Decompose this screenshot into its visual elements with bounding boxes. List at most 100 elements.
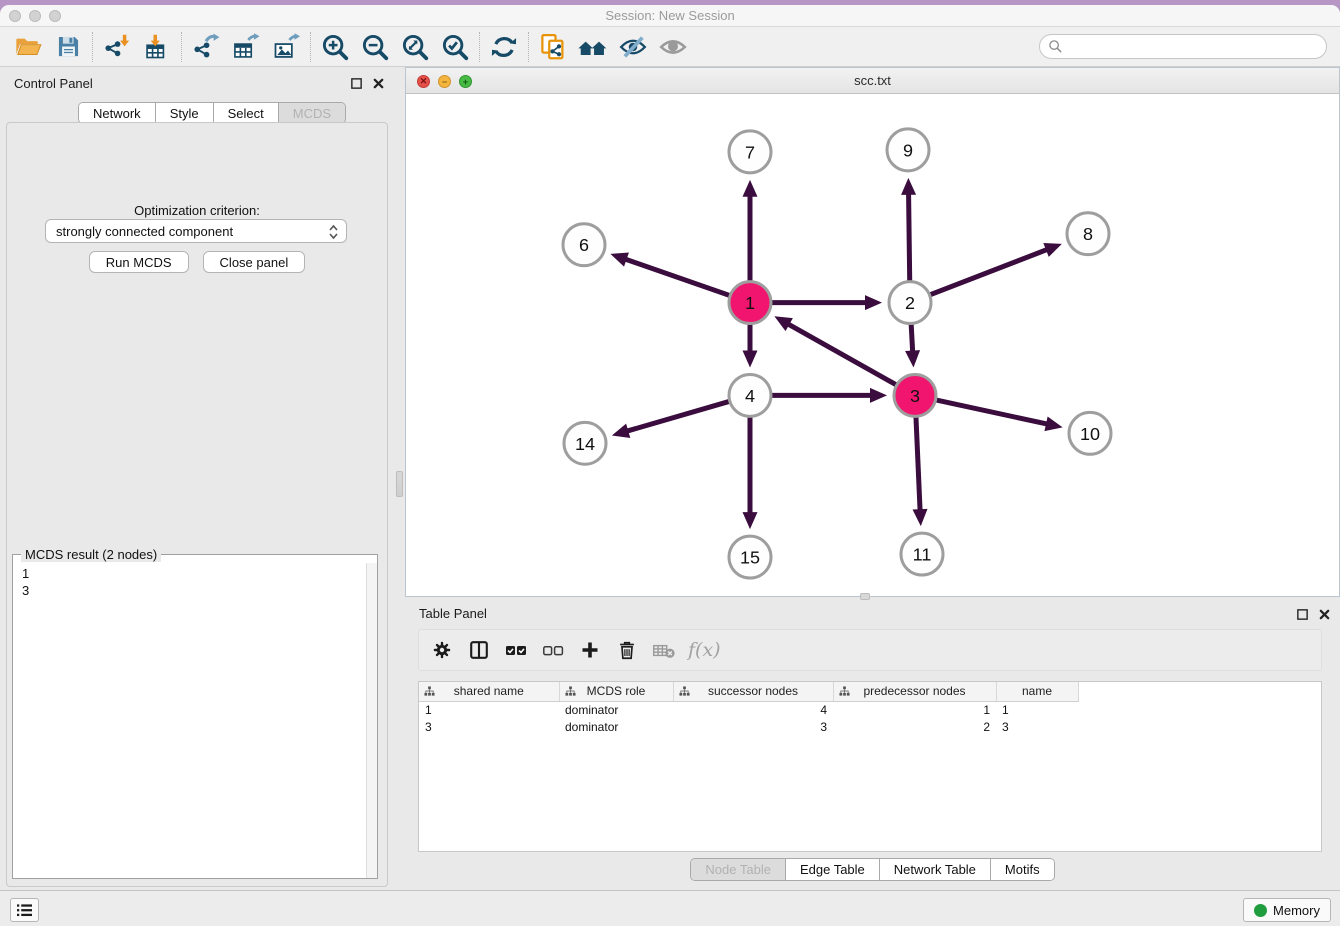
table-cell[interactable]: 4 [673, 701, 833, 718]
graph-edge-arrowhead [1044, 416, 1062, 431]
table-close-panel-button[interactable] [1316, 606, 1332, 622]
home-houses-icon [577, 31, 609, 63]
zoom-out-button[interactable] [355, 30, 395, 64]
split-columns-button[interactable] [464, 635, 494, 665]
table-cell[interactable]: dominator [559, 718, 673, 735]
memory-status-dot [1254, 904, 1267, 917]
split-columns-icon [468, 639, 490, 661]
graph-edge-3-1[interactable] [787, 324, 898, 386]
select-all-checkboxes-button[interactable] [501, 635, 531, 665]
zoom-selected-button[interactable] [435, 30, 475, 64]
column-header-name[interactable]: name [996, 682, 1078, 701]
graph-node-label: 8 [1083, 224, 1093, 244]
table-cell[interactable]: 3 [419, 718, 559, 735]
deselect-all-checkboxes-button[interactable] [538, 635, 568, 665]
mcds-result-group: MCDS result (2 nodes) 1 3 [12, 554, 378, 879]
graph-edge-3-10[interactable] [934, 399, 1048, 424]
graph-edge-arrowhead [905, 350, 920, 367]
export-table-button[interactable] [226, 30, 266, 64]
column-header-successor-nodes[interactable]: successor nodes [673, 682, 833, 701]
float-panel-button[interactable] [348, 75, 364, 91]
import-network-icon [103, 33, 131, 61]
attribute-type-icon [679, 686, 690, 697]
graph-edge-1-6[interactable] [625, 259, 732, 296]
table-cell[interactable]: 2 [833, 718, 996, 735]
table-cell[interactable]: 1 [419, 701, 559, 718]
graph-edge-4-14[interactable] [626, 401, 731, 432]
table-panel-header: Table Panel [405, 600, 1340, 626]
delete-table-button[interactable] [649, 635, 679, 665]
memory-button[interactable]: Memory [1243, 898, 1331, 922]
import-table-button[interactable] [137, 30, 177, 64]
refresh-button[interactable] [484, 30, 524, 64]
graph-edge-arrowhead [1043, 243, 1062, 257]
tab-mcds[interactable]: MCDS [279, 103, 345, 123]
network-canvas[interactable]: 7968124314101511 [406, 94, 1339, 596]
table-cell[interactable]: dominator [559, 701, 673, 718]
graph-edge-2-8[interactable] [928, 249, 1048, 295]
tab-network-table[interactable]: Network Table [880, 859, 991, 880]
column-header-shared-name[interactable]: shared name [419, 682, 559, 701]
zoom-fit-button[interactable] [395, 30, 435, 64]
status-bar: Memory [0, 890, 1340, 926]
import-network-button[interactable] [97, 30, 137, 64]
attribute-type-icon [839, 686, 850, 697]
delete-column-button[interactable] [612, 635, 642, 665]
toolbar-separator [479, 32, 480, 62]
table-cell[interactable]: 3 [673, 718, 833, 735]
table-row[interactable]: 1dominator411 [419, 701, 1078, 718]
table-cell[interactable]: 1 [996, 701, 1078, 718]
export-network-button[interactable] [186, 30, 226, 64]
graph-edge-3-11[interactable] [916, 414, 920, 511]
add-column-button[interactable] [575, 635, 605, 665]
splitter-grip[interactable] [396, 471, 403, 497]
close-panel-button[interactable] [370, 75, 386, 91]
table-panel-title: Table Panel [419, 606, 487, 621]
first-neighbors-button[interactable] [573, 30, 613, 64]
table-cell[interactable]: 1 [833, 701, 996, 718]
graph-edge-2-3[interactable] [911, 322, 913, 353]
graph-edge-2-9[interactable] [909, 193, 910, 284]
tab-select[interactable]: Select [214, 103, 279, 123]
save-floppy-icon [55, 33, 82, 60]
table-cell[interactable]: 3 [996, 718, 1078, 735]
close-panel-action-button[interactable]: Close panel [203, 251, 306, 273]
tab-style[interactable]: Style [156, 103, 214, 123]
table-row[interactable]: 3dominator323 [419, 718, 1078, 735]
show-all-button[interactable] [653, 30, 693, 64]
window-titlebar: Session: New Session [0, 5, 1340, 27]
network-frame-titlebar[interactable]: ✕ − + scc.txt [406, 68, 1339, 94]
vertical-splitter[interactable] [394, 67, 405, 890]
tab-edge-table[interactable]: Edge Table [786, 859, 880, 880]
hide-selected-button[interactable] [613, 30, 653, 64]
function-builder-button[interactable]: f(x) [686, 639, 721, 661]
horizontal-splitter-grip[interactable] [860, 593, 870, 600]
zoom-in-button[interactable] [315, 30, 355, 64]
network-frame: ✕ − + scc.txt 7968124314101511 [405, 67, 1340, 597]
tab-node-table[interactable]: Node Table [691, 859, 786, 880]
save-session-button[interactable] [48, 30, 88, 64]
mcds-result-text[interactable]: 1 3 [13, 563, 366, 878]
search-input[interactable] [1039, 34, 1327, 59]
show-log-button[interactable] [10, 898, 39, 922]
graph-node-label: 2 [905, 293, 915, 313]
criterion-select[interactable]: strongly connected component [45, 219, 347, 243]
column-header-predecessor-nodes[interactable]: predecessor nodes [833, 682, 996, 701]
zoom-out-icon [360, 32, 390, 62]
duplicate-network-button[interactable] [533, 30, 573, 64]
column-header-MCDS-role[interactable]: MCDS role [559, 682, 673, 701]
mcds-result-scrollbar[interactable] [366, 563, 377, 878]
tab-motifs[interactable]: Motifs [991, 859, 1054, 880]
tab-network[interactable]: Network [79, 103, 156, 123]
export-image-button[interactable] [266, 30, 306, 64]
open-session-button[interactable] [8, 30, 48, 64]
search-icon [1048, 39, 1063, 54]
float-icon [350, 77, 363, 90]
graph-edge-arrowhead [870, 388, 887, 403]
run-mcds-button[interactable]: Run MCDS [89, 251, 189, 273]
table-float-panel-button[interactable] [1294, 606, 1310, 622]
table-settings-button[interactable] [427, 635, 457, 665]
close-icon [1318, 608, 1331, 621]
zoom-in-icon [320, 32, 350, 62]
toolbar-separator [310, 32, 311, 62]
